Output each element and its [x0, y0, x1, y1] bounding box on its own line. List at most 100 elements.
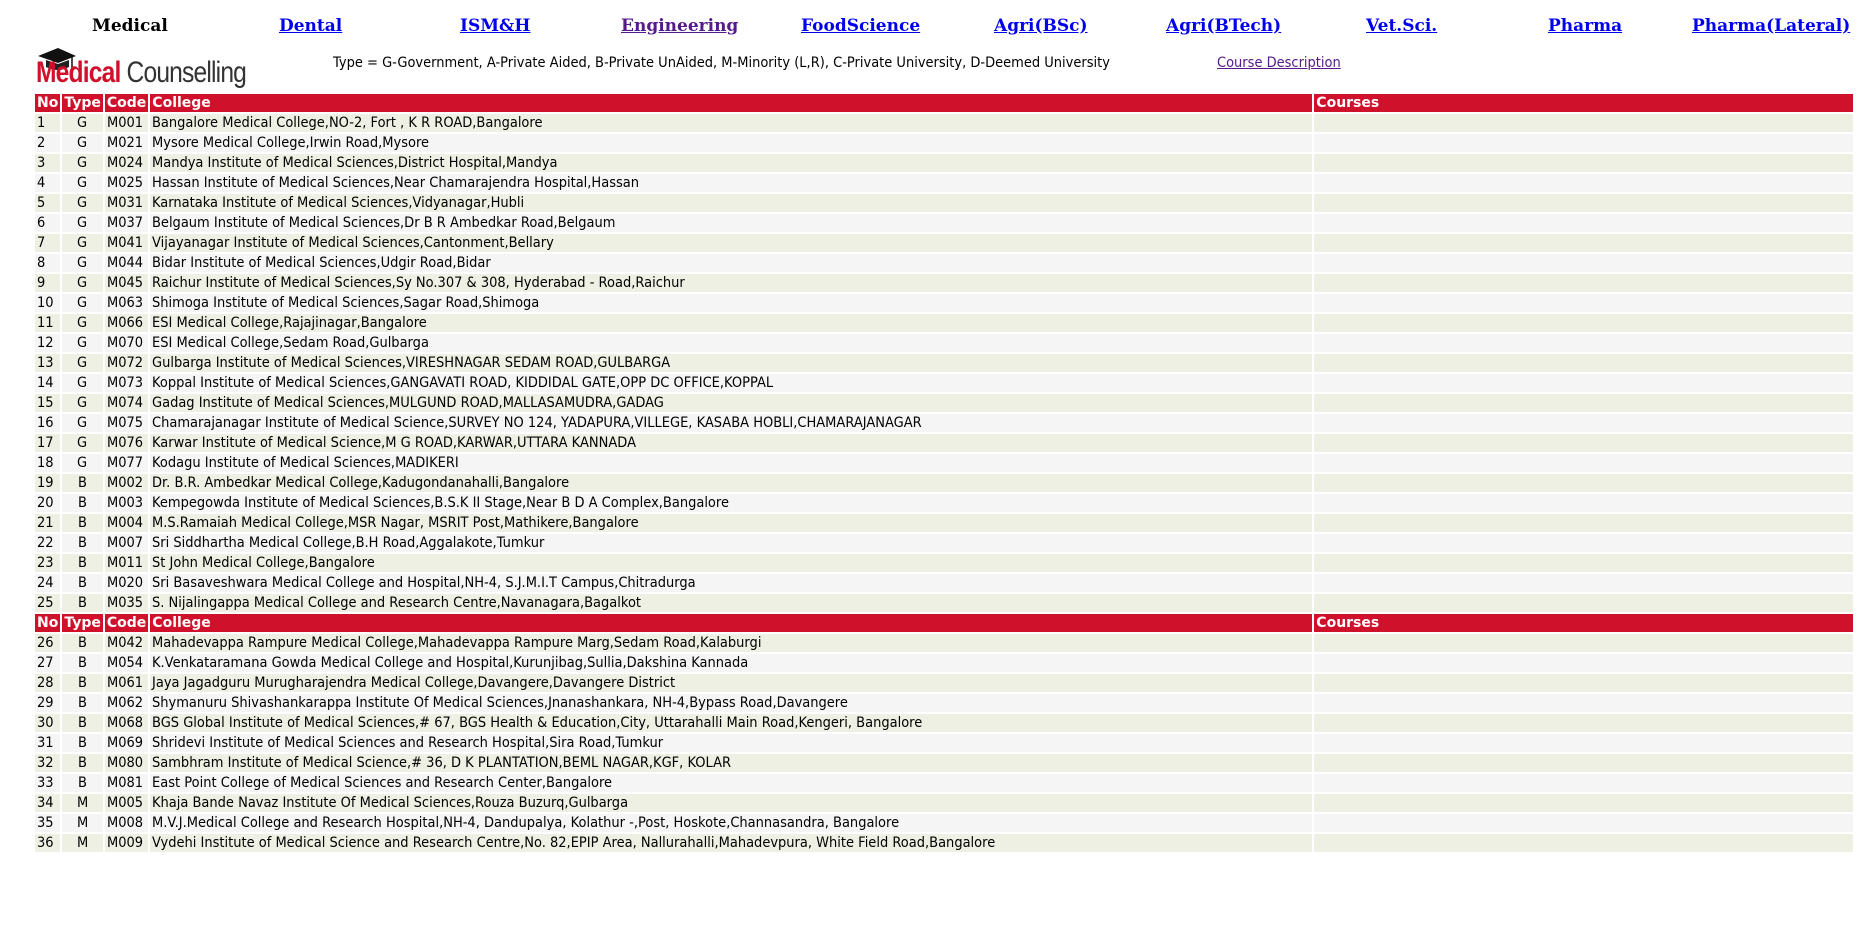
cell-college: Raichur Institute of Medical Sciences,Sy… [150, 274, 1313, 292]
cell-no-text: 33 [37, 775, 54, 791]
cell-code: M041 [104, 234, 149, 252]
cell-no-text: 13 [37, 355, 54, 371]
table-row: 18 G M077 Kodagu Institute of Medical Scien… [35, 454, 1853, 472]
cell-college-text: Dr. B.R. Ambedkar Medical College,Kadugo… [152, 475, 570, 491]
cell-code: M035 [104, 594, 149, 612]
cell-type: G [62, 214, 103, 232]
cell-no-text: 11 [37, 315, 54, 331]
cell-code-text: M045 [106, 275, 143, 291]
cell-type-text: B [77, 715, 87, 731]
cell-no: 33 [35, 774, 61, 792]
cell-courses [1314, 414, 1853, 432]
cell-no-text: 31 [37, 735, 54, 751]
table-row: 13 G M072 Gulbarga Institute of Medical Sci… [35, 354, 1853, 372]
cell-code-text: M002 [106, 475, 143, 491]
cell-college-text: Karwar Institute of Medical Science,M G … [152, 435, 637, 451]
cell-code: M037 [104, 214, 149, 232]
cell-no: 6 [35, 214, 61, 232]
nav-link-agri-btech[interactable]: Agri(BTech) [1166, 16, 1281, 36]
nav-link-vetsci[interactable]: Vet.Sci. [1366, 16, 1437, 36]
cell-type: G [62, 334, 103, 352]
cell-no: 27 [35, 654, 61, 672]
cell-type-text: B [77, 755, 87, 771]
cell-college-text: Khaja Bande Navaz Institute Of Medical S… [152, 795, 629, 811]
nav-link-foodscience[interactable]: FoodScience [801, 16, 920, 36]
cell-courses [1314, 834, 1853, 852]
cell-type: G [62, 394, 103, 412]
cell-type: B [62, 674, 103, 692]
cell-no-text: 4 [37, 175, 46, 191]
cell-college: S. Nijalingappa Medical College and Rese… [150, 594, 1313, 612]
nav-link-agri-bsc[interactable]: Agri(BSc) [994, 16, 1088, 36]
cell-code: M081 [104, 774, 149, 792]
cell-no: 12 [35, 334, 61, 352]
cell-type-text: B [77, 495, 87, 511]
cell-no-text: 32 [37, 755, 54, 771]
course-description-link[interactable]: Course Description [1217, 55, 1341, 71]
cell-type: G [62, 254, 103, 272]
table-row: 27 B M054 K.Venkataramana Gowda Medical Col… [35, 654, 1853, 672]
cell-type: B [62, 654, 103, 672]
cell-college: Jaya Jagadguru Murugharajendra Medical C… [150, 674, 1313, 692]
cell-college: Chamarajanagar Institute of Medical Scie… [150, 414, 1313, 432]
table-row: 10 G M063 Shimoga Institute of Medical Scie… [35, 294, 1853, 312]
cell-type-text: G [77, 135, 88, 151]
nav-link-pharma[interactable]: Pharma [1548, 16, 1622, 36]
table-row: 24 B M020 Sri Basaveshwara Medical College … [35, 574, 1853, 592]
cell-college-text: Vijayanagar Institute of Medical Science… [152, 235, 555, 251]
nav-link-pharma-lateral[interactable]: Pharma(Lateral) [1692, 16, 1850, 36]
cell-code-text: M081 [106, 775, 143, 791]
cell-no: 24 [35, 574, 61, 592]
nav-link-engineering[interactable]: Engineering [621, 16, 738, 36]
cell-code-text: M076 [106, 435, 143, 451]
cell-courses [1314, 454, 1853, 472]
cell-courses [1314, 474, 1853, 492]
cell-college-text: Mahadevappa Rampure Medical College,Maha… [152, 635, 762, 651]
nav-link-dental[interactable]: Dental [279, 16, 342, 36]
nav-link-ismh[interactable]: ISM&H [460, 16, 530, 36]
cell-code: M080 [104, 754, 149, 772]
cell-no: 10 [35, 294, 61, 312]
cell-college: Belgaum Institute of Medical Sciences,Dr… [150, 214, 1313, 232]
cell-code-text: M063 [106, 295, 143, 311]
cell-type-text: G [77, 335, 88, 351]
cell-no-text: 8 [37, 255, 46, 271]
cell-no: 29 [35, 694, 61, 712]
cell-type-text: M [76, 795, 88, 811]
cell-type-text: B [77, 635, 87, 651]
cell-code: M044 [104, 254, 149, 272]
cell-no: 34 [35, 794, 61, 812]
cell-college-text: St John Medical College,Bangalore [152, 555, 376, 571]
cell-type: G [62, 374, 103, 392]
cell-college: Sri Siddhartha Medical College,B.H Road,… [150, 534, 1313, 552]
cell-college: Dr. B.R. Ambedkar Medical College,Kadugo… [150, 474, 1313, 492]
cell-no-text: 35 [37, 815, 54, 831]
cell-no-text: 25 [37, 595, 54, 611]
cell-code-text: M037 [106, 215, 143, 231]
cell-type: M [62, 814, 103, 832]
cell-college-text: Shymanuru Shivashankarappa Institute Of … [152, 695, 849, 711]
cell-code-text: M020 [106, 575, 143, 591]
cell-type-text: M [76, 835, 88, 851]
cell-no-text: 28 [37, 675, 54, 691]
college-table: No Type Code College Courses 1 G M001 Bangalore … [33, 92, 1855, 854]
cell-no: 4 [35, 174, 61, 192]
cell-college: BGS Global Institute of Medical Sciences… [150, 714, 1313, 732]
table-row: 30 B M068 BGS Global Institute of Medical S… [35, 714, 1853, 732]
cell-code-text: M068 [106, 715, 143, 731]
table-row: 19 B M002 Dr. B.R. Ambedkar Medical College… [35, 474, 1853, 492]
cell-courses [1314, 594, 1853, 612]
cell-code: M075 [104, 414, 149, 432]
cell-code-text: M066 [106, 315, 143, 331]
cell-code-text: M069 [106, 735, 143, 751]
cell-courses [1314, 374, 1853, 392]
cell-courses [1314, 674, 1853, 692]
cell-courses [1314, 254, 1853, 272]
cell-courses [1314, 314, 1853, 332]
cell-courses [1314, 334, 1853, 352]
cell-courses [1314, 354, 1853, 372]
cell-college: Karnataka Institute of Medical Sciences,… [150, 194, 1313, 212]
logo-word-counselling: Counselling [120, 56, 247, 89]
cell-code: M007 [104, 534, 149, 552]
cell-no-text: 16 [37, 415, 54, 431]
